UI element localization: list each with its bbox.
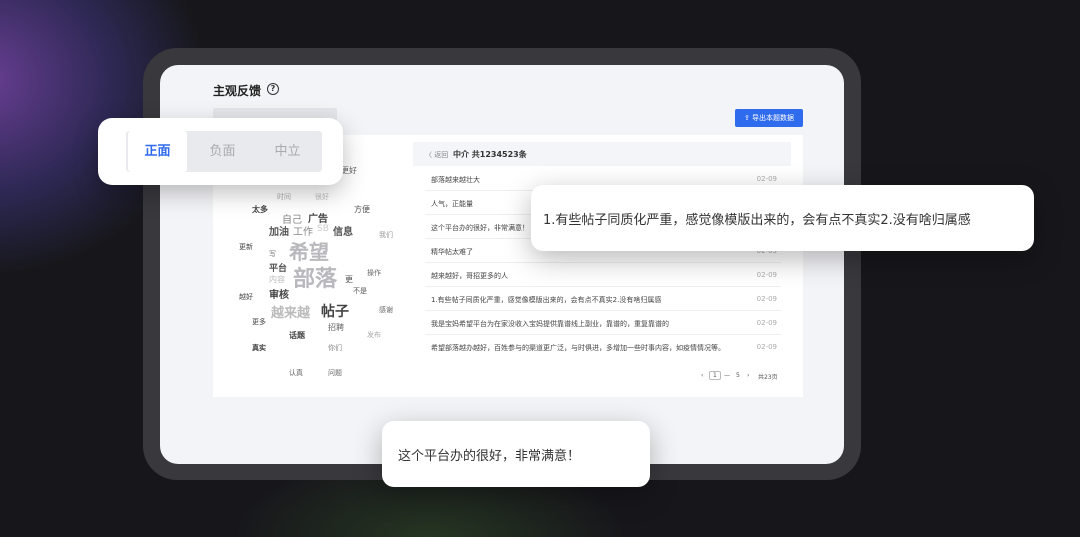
panel-title: 主观反馈 — [213, 84, 262, 98]
row-date: 02-09 — [756, 175, 777, 183]
list-row[interactable]: 越来越好，哥招更多的人 02-09 — [425, 263, 781, 287]
list-row[interactable]: 希望部落越办越好，百姓参与的渠道更广泛，与时俱进，多增加一些时事内容，如疫情情况… — [425, 335, 781, 359]
row-text: 我是宝妈希望平台为在家没收入宝妈提供靠谱线上副业，靠谱的，重复靠谱的 — [431, 320, 669, 328]
cloud-word[interactable]: 认真 — [289, 368, 303, 378]
prev-page-icon[interactable]: ‹ — [701, 372, 703, 379]
row-text: 越来越好，哥招更多的人 — [431, 272, 508, 280]
next-page-icon[interactable]: › — [747, 372, 749, 379]
cloud-word[interactable]: 问题 — [328, 368, 342, 378]
row-text: 1.有些帖子同质化严重，感觉像模版出来的，会有点不真实2.没有啥归属感 — [431, 296, 662, 304]
cloud-word[interactable]: SB — [317, 224, 329, 234]
page-total: 共23页 — [758, 374, 778, 381]
callout-top-right: 1.有些帖子同质化严重，感觉像模版出来的，会有点不真实2.没有啥归属感 — [531, 185, 1034, 251]
cloud-word[interactable]: 更多 — [252, 317, 266, 327]
cloud-word[interactable]: 平台 — [269, 261, 287, 274]
back-link[interactable]: 〈 返回 — [425, 150, 448, 160]
cloud-word[interactable]: 不是 — [353, 286, 367, 296]
row-date: 02-09 — [756, 343, 777, 351]
cloud-word[interactable]: 加油 — [269, 223, 289, 238]
help-icon[interactable]: ? — [267, 83, 279, 95]
cloud-word[interactable]: 发布 — [367, 330, 381, 340]
pagination: ‹ 1 — 5 › 共23页 — [701, 371, 791, 383]
cloud-word[interactable]: 你们 — [328, 343, 342, 353]
current-page[interactable]: 1 — [709, 371, 721, 380]
cloud-word[interactable]: 太多 — [252, 204, 268, 215]
cloud-word[interactable]: 操作 — [367, 268, 381, 278]
page-ellipsis: — — [724, 372, 730, 379]
callout-bottom: 这个平台办的很好，非常满意！ — [382, 421, 650, 487]
cloud-word[interactable]: 内容 — [269, 274, 285, 285]
cloud-word[interactable]: 更新 — [239, 242, 253, 252]
row-date: 02-09 — [756, 271, 777, 279]
export-data-button[interactable]: ⇪ 导出本题数据 — [735, 109, 803, 127]
last-page[interactable]: 5 — [736, 372, 740, 379]
row-text: 精华帖太难了 — [431, 248, 473, 256]
list-row[interactable]: 1.有些帖子同质化严重，感觉像模版出来的，会有点不真实2.没有啥归属感 02-0… — [425, 287, 781, 311]
cloud-word[interactable]: 时间 — [277, 192, 291, 202]
cloud-word[interactable]: 更 — [345, 274, 353, 285]
cloud-word[interactable]: 方便 — [354, 204, 370, 215]
cloud-word[interactable]: 话题 — [289, 330, 305, 341]
cloud-word[interactable]: 帖子 — [321, 301, 349, 321]
cloud-word[interactable]: 越来越 — [271, 302, 310, 321]
row-text: 人气，正能量 — [431, 200, 473, 208]
list-header: 〈 返回 中介 共1234523条 — [413, 142, 791, 166]
cloud-word[interactable]: 我们 — [379, 230, 393, 240]
cloud-word[interactable]: 越好 — [239, 292, 253, 302]
cloud-word[interactable]: 审核 — [269, 286, 289, 301]
row-date: 02-09 — [756, 319, 777, 327]
row-date: 02-09 — [756, 295, 777, 303]
cloud-word[interactable]: 真实 — [252, 343, 266, 353]
tab-positive[interactable]: 正面 — [128, 131, 187, 172]
cloud-word[interactable]: 信息 — [333, 223, 353, 238]
row-text: 希望部落越办越好，百姓参与的渠道更广泛，与时俱进，多增加一些时事内容，如疫情情况… — [431, 344, 725, 352]
cloud-word[interactable]: 很好 — [315, 192, 329, 202]
cloud-word[interactable]: 感谢 — [379, 305, 393, 315]
cloud-word[interactable]: 招聘 — [328, 322, 344, 333]
callout-text: 这个平台办的很好，非常满意！ — [398, 449, 581, 464]
cloud-word[interactable]: 更好 — [341, 165, 357, 176]
tab-negative[interactable]: 负面 — [193, 131, 252, 172]
cloud-word[interactable]: 部落 — [293, 261, 337, 293]
tab-neutral[interactable]: 中立 — [258, 131, 317, 172]
cloud-word[interactable]: 写 — [269, 249, 276, 259]
row-text: 这个平台办的很好，非常满意！ — [431, 224, 529, 232]
feedback-list: 〈 返回 中介 共1234523条 部落越来越壮大 02-09 人气，正能量 0… — [413, 142, 791, 390]
sentiment-segmented-control: 正面 负面 中立 — [98, 118, 343, 185]
list-row[interactable]: 我是宝妈希望平台为在家没收入宝妈提供靠谱线上副业，靠谱的，重复靠谱的 02-09 — [425, 311, 781, 335]
list-title: 中介 共1234523条 — [453, 150, 527, 159]
row-text: 部落越来越壮大 — [431, 176, 480, 184]
callout-text: 1.有些帖子同质化严重，感觉像模版出来的，会有点不真实2.没有啥归属感 — [543, 213, 971, 228]
